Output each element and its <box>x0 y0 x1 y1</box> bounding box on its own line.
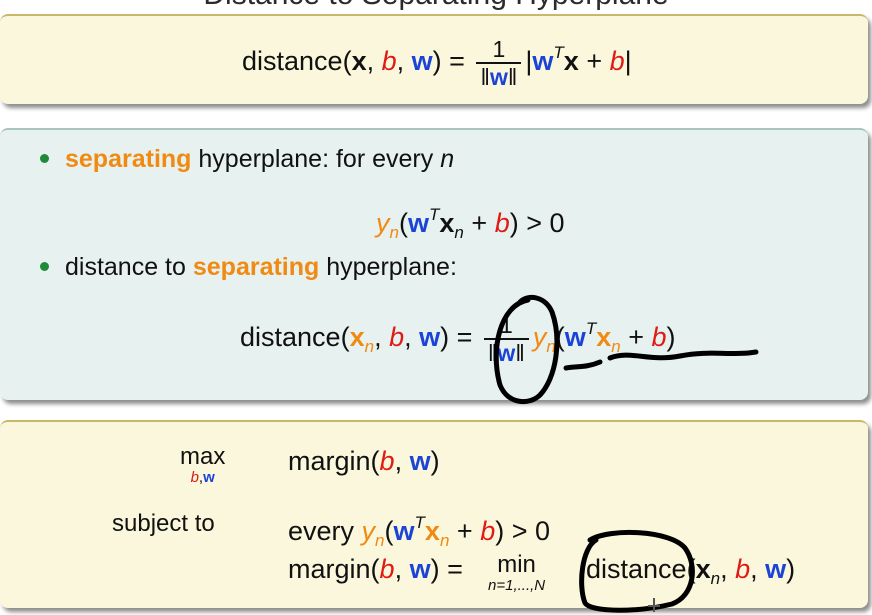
constraint-margin: margin(b, w) = <box>288 554 463 584</box>
slide-title: Distance to Separating Hyperplane <box>0 0 872 14</box>
var-w: w <box>409 554 431 584</box>
sub-n: n <box>375 531 385 550</box>
transpose: T <box>553 43 564 63</box>
var-b: b <box>389 322 405 353</box>
fraction-denominator: ‖w‖ <box>483 338 529 366</box>
max-subscript: b,w <box>190 469 215 486</box>
max-label: max <box>180 443 226 470</box>
plus-sign: + <box>586 46 603 77</box>
separating-hyperplane-box: separating hyperplane: for every n yn(wT… <box>0 128 868 400</box>
var-x: x <box>695 554 711 584</box>
var-w: w <box>489 64 508 90</box>
separation-condition: yn(wTxn + b) > 0 <box>376 205 565 242</box>
var-x: x <box>563 46 579 77</box>
constraint-every: every yn(wTxn + b) > 0 <box>288 513 551 550</box>
var-w: w <box>409 446 431 476</box>
transpose: T <box>585 319 597 339</box>
var-b: b <box>381 46 397 77</box>
sub-n: n <box>364 337 375 357</box>
var-x: x <box>424 516 440 546</box>
bullet-distance: distance to separating hyperplane: <box>40 252 457 282</box>
distance-to-hyperplane: distance(xn, b, w) = 1 ‖w‖ yn(wTxn + b) <box>240 312 676 366</box>
highlight-separating: separating <box>65 145 192 173</box>
title-text: Distance to Separating Hyperplane <box>203 0 668 11</box>
sub-n: n <box>710 569 721 588</box>
transpose: T <box>428 205 440 224</box>
var-b: b <box>190 469 199 486</box>
max-operator: max b,w <box>180 444 225 486</box>
var-b: b <box>494 208 510 238</box>
var-b: b <box>651 322 667 353</box>
var-x: x <box>351 46 367 77</box>
cond-tail: ) > 0 <box>495 516 551 546</box>
var-y: y <box>376 208 390 238</box>
min-distance: distance(xn, b, w) <box>586 554 796 588</box>
bullet-text: distance to <box>65 253 193 281</box>
sub-n: n <box>454 223 464 242</box>
subject-to-label: subject to <box>112 510 215 537</box>
var-b: b <box>480 516 496 546</box>
var-y: y <box>361 516 376 546</box>
var-w: w <box>419 322 441 353</box>
var-x: x <box>596 322 612 353</box>
bullet-dot <box>40 153 49 163</box>
optimization-box: max b,w margin(b, w) subject to every yn… <box>0 420 868 608</box>
margin-fn: margin( <box>288 446 380 476</box>
transpose: T <box>414 513 425 532</box>
bullet-text: hyperplane: <box>319 253 457 281</box>
objective: margin(b, w) <box>288 446 440 476</box>
var-w: w <box>532 46 554 77</box>
distance-fn: distance( <box>240 322 350 353</box>
min-subscript: n=1,...,N <box>488 577 546 594</box>
var-w: w <box>407 208 429 238</box>
var-y: y <box>532 322 547 353</box>
sub-n: n <box>611 337 621 357</box>
var-w: w <box>765 554 787 584</box>
sub-n: n <box>389 223 399 242</box>
bullet-dot <box>40 261 49 271</box>
var-n: n <box>440 145 455 173</box>
min-operator: min n=1,...,N <box>488 552 545 594</box>
sub-n: n <box>439 531 450 550</box>
distance-fn: distance( <box>586 554 696 584</box>
cond-tail: ) > 0 <box>509 208 565 238</box>
var-w: w <box>393 516 415 546</box>
var-b: b <box>735 554 751 584</box>
var-x: x <box>349 322 365 353</box>
var-b: b <box>379 554 395 584</box>
distance-formula-box: distance(x, b, w) = 1 ‖w‖ |wTx + b| <box>0 14 868 104</box>
var-w: w <box>203 469 215 486</box>
bullet-separating: separating hyperplane: for every n <box>40 144 454 174</box>
plus-sign: + <box>628 322 644 353</box>
distance-formula: distance(x, b, w) = 1 ‖w‖ |wTx + b| <box>242 36 632 90</box>
sub-n: n <box>546 337 556 357</box>
var-w: w <box>564 322 586 353</box>
min-label: min <box>497 551 536 578</box>
var-w: w <box>411 46 433 77</box>
bullet-text: hyperplane: for every <box>191 145 441 173</box>
margin-fn: margin( <box>288 554 380 584</box>
var-x: x <box>439 208 455 238</box>
distance-fn: distance( <box>242 46 352 77</box>
slide-title-text: Distance to Separating Hyperplane <box>0 0 872 12</box>
var-b: b <box>379 446 395 476</box>
var-w: w <box>497 340 516 366</box>
fraction-numerator: 1 <box>492 36 506 62</box>
fraction-numerator: 1 <box>499 312 513 338</box>
fraction-denominator: ‖w‖ <box>476 62 522 90</box>
plus-sign: + <box>471 208 488 238</box>
plus-sign: + <box>456 516 473 546</box>
fraction: 1 ‖w‖ <box>483 312 529 366</box>
every-text: every <box>288 516 362 546</box>
highlight-separating: separating <box>192 253 320 281</box>
var-b: b <box>609 46 625 77</box>
fraction: 1 ‖w‖ <box>476 36 522 90</box>
